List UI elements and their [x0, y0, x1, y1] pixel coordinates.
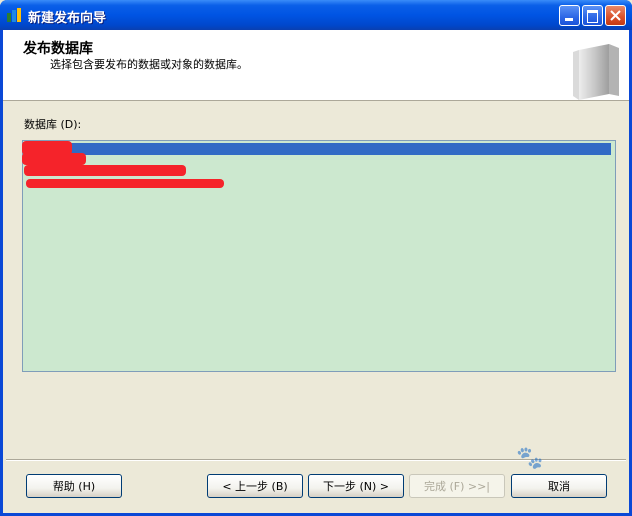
title-bar[interactable]: 新建发布向导	[0, 0, 632, 30]
window-title: 新建发布向导	[28, 11, 107, 26]
page-title: 发布数据库	[23, 41, 93, 57]
list-item[interactable]	[22, 141, 611, 155]
minimize-icon	[565, 18, 573, 21]
page-subtitle: 选择包含要发布的数据或对象的数据库。	[50, 58, 248, 71]
next-button[interactable]: 下一步 (N) >	[308, 474, 404, 498]
redaction-mark	[22, 153, 86, 165]
redaction-mark	[24, 165, 186, 176]
book-graphic-icon	[573, 44, 619, 100]
redaction-mark	[26, 179, 224, 188]
cancel-button[interactable]: 取消	[511, 474, 607, 498]
list-item[interactable]	[25, 177, 611, 189]
close-button[interactable]	[605, 5, 626, 26]
databases-label: 数据库 (D):	[24, 118, 82, 131]
finish-button[interactable]: 完成 (F) >>|	[409, 474, 505, 498]
close-icon	[610, 10, 621, 21]
maximize-icon	[587, 10, 598, 23]
back-button[interactable]: < 上一步 (B)	[207, 474, 303, 498]
wizard-window: 新建发布向导 发布数据库 选择包含要发布的数据或对象的数据库。 数据库 (D):…	[0, 0, 632, 516]
maximize-button[interactable]	[582, 5, 603, 26]
app-icon	[7, 8, 21, 22]
list-item[interactable]	[24, 165, 611, 177]
header-panel: 发布数据库 选择包含要发布的数据或对象的数据库。	[3, 30, 629, 101]
databases-listbox[interactable]	[22, 140, 616, 372]
watermark-logo: 🐾	[516, 446, 544, 471]
minimize-button[interactable]	[559, 5, 580, 26]
help-button[interactable]: 帮助 (H)	[26, 474, 122, 498]
